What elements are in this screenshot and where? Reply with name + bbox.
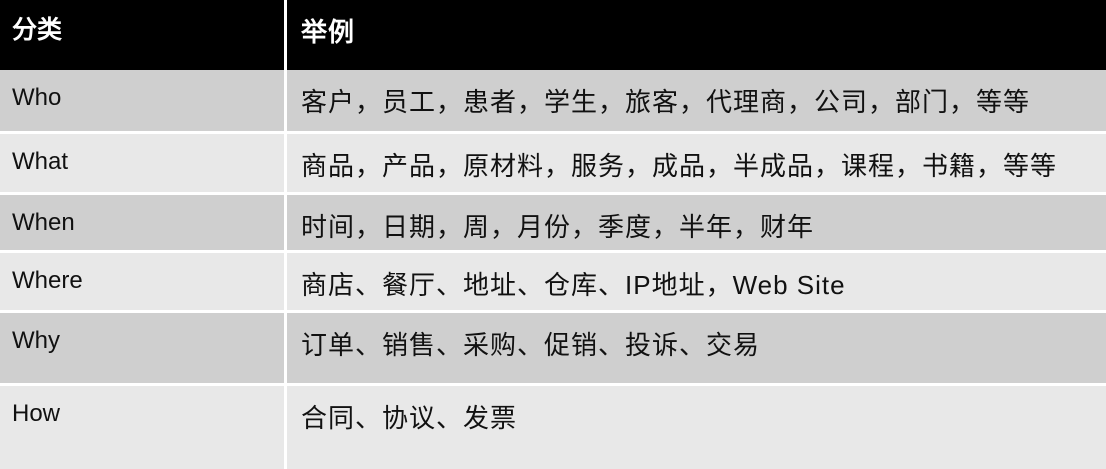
header-category: 分类	[0, 0, 284, 70]
classification-table: 分类 举例 Who 客户，员工，患者，学生，旅客，代理商，公司，部门，等等 Wh…	[0, 0, 1106, 469]
header-example: 举例	[284, 0, 1106, 70]
row-when-example: 时间，日期，周，月份，季度，半年，财年	[284, 192, 1106, 250]
row-how-example: 合同、协议、发票	[284, 383, 1106, 469]
row-why-category: Why	[0, 310, 284, 383]
row-who-example: 客户，员工，患者，学生，旅客，代理商，公司，部门，等等	[284, 70, 1106, 131]
row-how-category: How	[0, 383, 284, 469]
row-who-category: Who	[0, 70, 284, 131]
row-where-category: Where	[0, 250, 284, 310]
row-where-example: 商店、餐厅、地址、仓库、IP地址，Web Site	[284, 250, 1106, 310]
row-what-example: 商品，产品，原材料，服务，成品，半成品，课程，书籍，等等	[284, 131, 1106, 192]
row-when-category: When	[0, 192, 284, 250]
row-what-category: What	[0, 131, 284, 192]
row-why-example: 订单、销售、采购、促销、投诉、交易	[284, 310, 1106, 383]
